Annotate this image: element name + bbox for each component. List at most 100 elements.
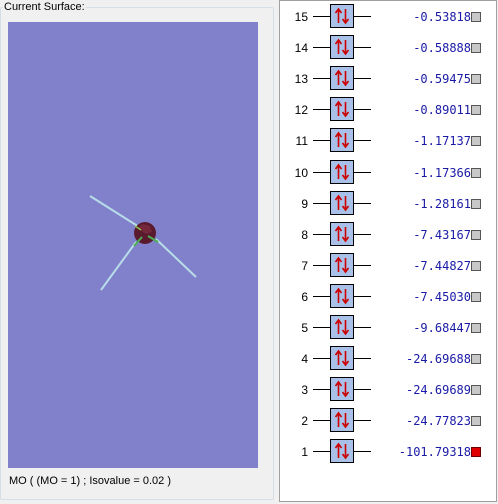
orbital-energy: -1.28161 [413,196,471,211]
surface-swatch[interactable] [471,291,481,302]
orbital-energy: -7.43167 [413,227,471,242]
surface-swatch[interactable] [471,136,481,147]
paired-electrons-icon [334,100,350,118]
orbital-row[interactable]: 7 -7.44827 [280,252,496,280]
orbital-index: 13 [294,72,308,87]
surface-swatch[interactable] [471,385,481,396]
orbital-index: 6 [301,289,308,304]
energy-level-line [354,327,371,328]
orbital-row[interactable]: 5 -9.68447 [280,314,496,342]
energy-level-line [313,233,330,235]
orbital-index: 9 [301,196,308,211]
energy-level-line [354,16,371,17]
energy-level-line [313,327,330,328]
orbital-row[interactable]: 10 -1.17366 [280,159,496,187]
energy-level-line [354,140,371,142]
orbital-row[interactable]: 15 -0.53818 [280,3,496,31]
orbital-occupancy-box[interactable] [330,377,354,402]
energy-level-line [354,109,371,111]
energy-level-line [313,202,330,204]
orbital-row[interactable]: 9 -1.28161 [280,190,496,218]
paired-electrons-icon [334,132,350,149]
orbital-index: 12 [294,103,308,118]
orbital-occupancy-box[interactable] [330,408,354,433]
orbital-occupancy-box[interactable] [330,346,354,371]
orbital-energy: -9.68447 [413,321,471,335]
energy-level-line [313,16,330,17]
energy-level-line [354,358,371,360]
surface-swatch[interactable] [471,416,481,427]
surface-panel: Current Surface: MO ( (MO = 1) ; Isovalu… [0,0,278,504]
orbital-row[interactable]: 14 -0.58888 [280,34,496,62]
paired-electrons-icon [334,225,350,243]
surface-swatch[interactable] [471,74,481,85]
orbital-index: 3 [301,383,308,398]
paired-electrons-icon [334,443,350,460]
orbital-row[interactable]: 3 -24.69689 [280,376,496,404]
orbital-row[interactable]: 4 -24.69688 [280,345,496,373]
orbital-energy: -0.59475 [413,72,471,87]
bond-lower-left [100,241,137,291]
orbital-row[interactable]: 6 -7.45030 [280,283,496,311]
orbital-row[interactable]: 12 -0.89011 [280,96,496,124]
energy-level-line [354,78,371,80]
orbital-row[interactable]: 1 -101.79318 [280,438,496,466]
orbital-occupancy-box[interactable] [330,35,354,60]
orbital-row[interactable]: 11 -1.17137 [280,127,496,155]
selected-surface-swatch[interactable] [471,447,481,458]
energy-level-line [313,264,330,266]
orbital-row[interactable]: 13 -0.59475 [280,65,496,93]
orbital-energy: -24.77823 [405,414,471,429]
bond-upper-left [89,195,145,231]
surface-swatch[interactable] [471,43,481,54]
orbital-index: 8 [301,227,308,242]
energy-level-line [354,420,371,422]
orbital-occupancy-box[interactable] [330,66,354,91]
surface-swatch[interactable] [471,12,481,22]
orbital-occupancy-box[interactable] [330,128,354,153]
orbital-occupancy-box[interactable] [330,190,354,215]
surface-swatch[interactable] [471,229,481,240]
energy-level-line [354,47,371,49]
orbital-occupancy-box[interactable] [330,315,354,339]
orbital-index: 10 [294,165,308,180]
orbital-occupancy-box[interactable] [330,159,354,184]
orbital-occupancy-box[interactable] [330,283,354,308]
energy-level-line [313,47,330,49]
paired-electrons-icon [334,256,350,274]
surface-swatch[interactable] [471,323,481,333]
molecule-viewport[interactable] [8,22,258,468]
paired-electrons-icon [334,318,350,336]
orbital-row[interactable]: 8 -7.43167 [280,221,496,249]
orbital-energy: -24.69688 [405,352,471,367]
orbital-index: 5 [301,321,308,335]
molecule-render [89,195,197,291]
paired-electrons-icon [334,349,350,367]
energy-level-line [313,171,330,173]
surface-swatch[interactable] [471,167,481,178]
orbital-energy: -101.79318 [398,445,471,460]
surface-swatch[interactable] [471,198,481,209]
orbital-index: 1 [301,445,308,460]
orbital-occupancy-box[interactable] [330,97,354,122]
orbital-index: 2 [301,414,308,429]
orbital-occupancy-box[interactable] [330,221,354,246]
orbital-energy: -0.58888 [413,41,471,56]
paired-electrons-icon [334,380,350,398]
energy-level-line [313,358,330,360]
orbital-energy-diagram: 15 -0.53818 14 -0.58888 13 -0.59475 12 -0.89011… [279,0,497,502]
surface-swatch[interactable] [471,260,481,271]
surface-swatch[interactable] [471,105,481,116]
orbital-energy: -0.53818 [413,10,471,24]
surface-swatch[interactable] [471,354,481,365]
energy-level-line [354,264,371,266]
orbital-occupancy-box[interactable] [330,4,354,28]
orbital-row[interactable]: 2 -24.77823 [280,407,496,435]
orbital-occupancy-box[interactable] [330,252,354,277]
paired-electrons-icon [334,411,350,429]
orbital-energy: -0.89011 [413,103,471,118]
orbital-occupancy-box[interactable] [330,439,354,464]
energy-level-line [313,451,330,453]
orbital-energy: -24.69689 [405,383,471,398]
paired-electrons-icon [334,38,350,56]
